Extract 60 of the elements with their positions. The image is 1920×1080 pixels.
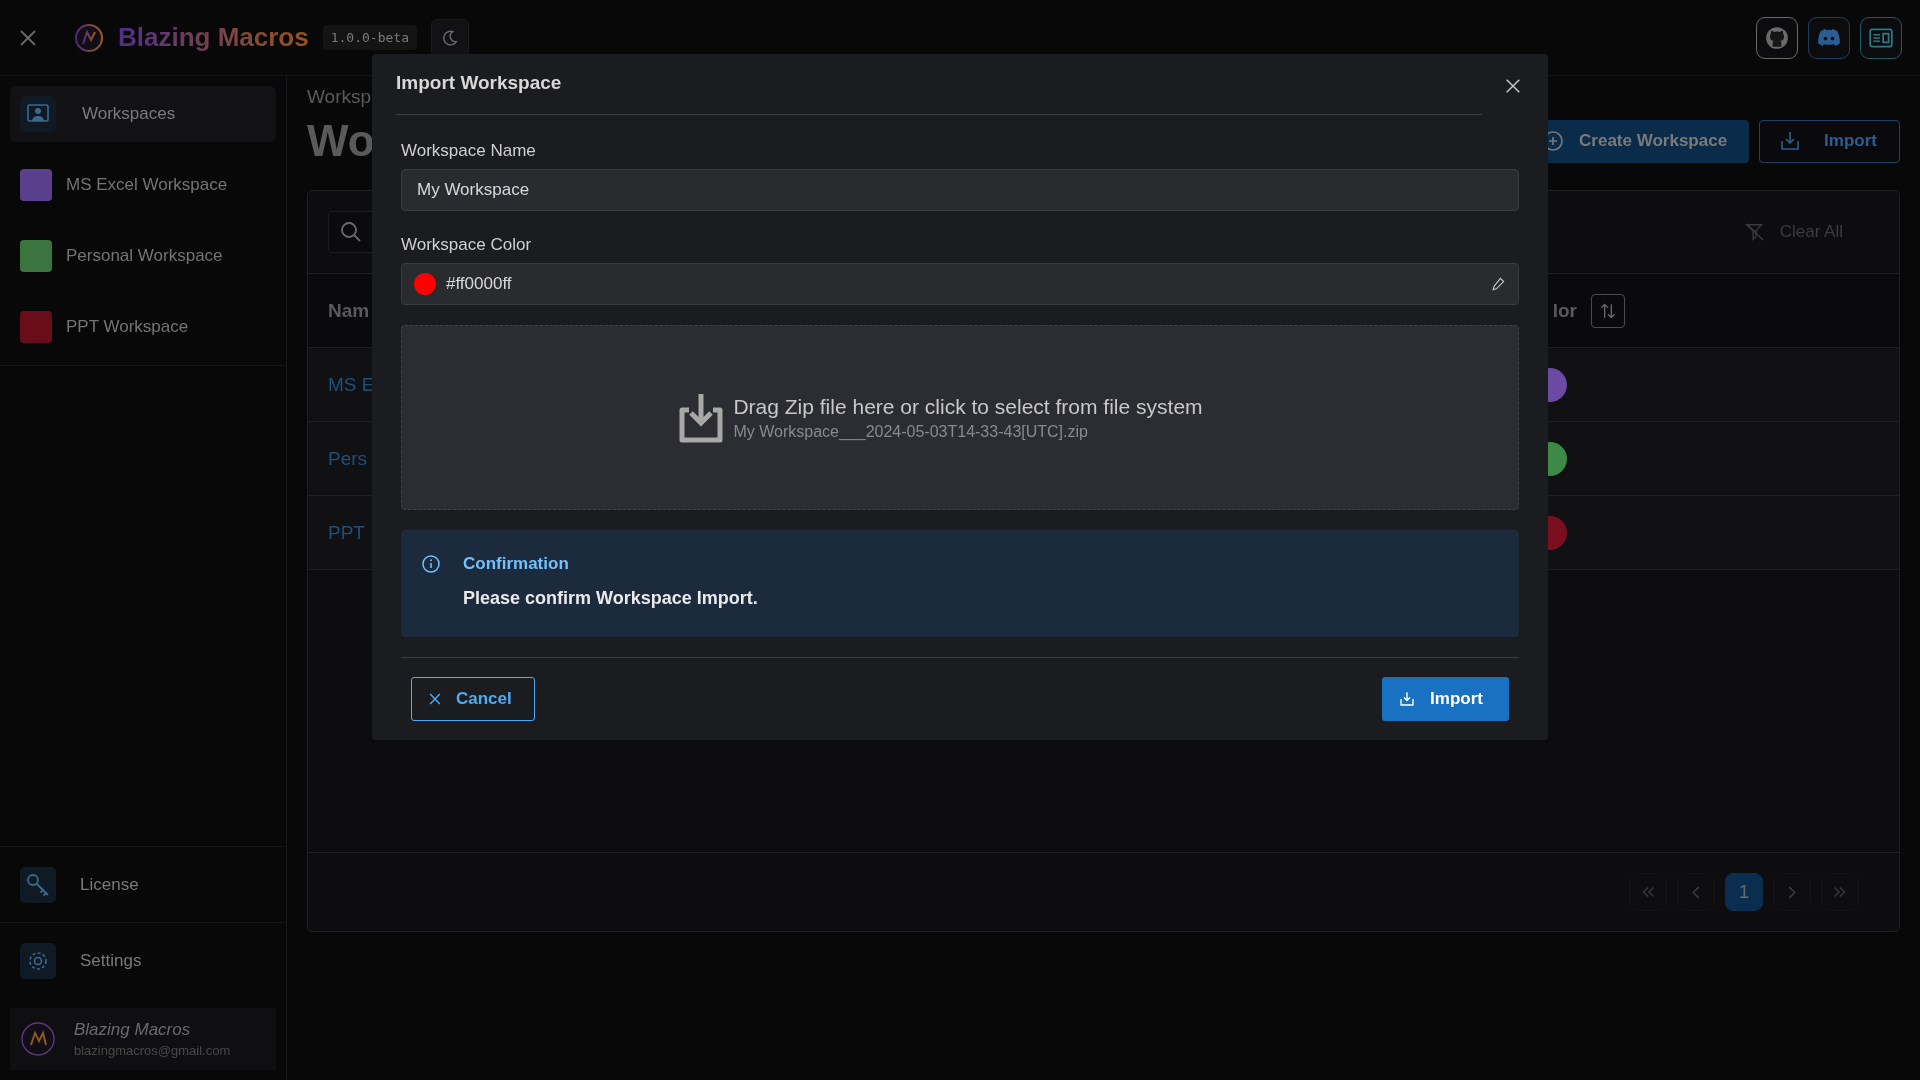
- search-icon: [339, 220, 363, 244]
- cat-icon: [1764, 24, 1790, 51]
- workspace-label: Personal Workspace: [66, 246, 223, 266]
- alert-title: Confirmation: [463, 554, 570, 574]
- file-name: My Workspace___2024-05-03T14-33-43[UTC].zip: [733, 422, 1089, 441]
- nav-label: Settings: [80, 950, 142, 971]
- workspace-label: MS Excel Workspace: [66, 175, 228, 195]
- chevron-left-icon: [1692, 885, 1700, 899]
- close-icon[interactable]: [18, 27, 38, 48]
- sidebar-item[interactable]: PPT Workspace: [10, 299, 276, 355]
- nav-label: License: [80, 874, 139, 895]
- discord-button[interactable]: [1808, 16, 1850, 59]
- dropzone-text: Drag Zip file here or click to select from file system: [733, 394, 1203, 419]
- user-email: blazingmacros@gmail.com: [74, 1043, 231, 1058]
- alert-message: Please confirm Workspace Import.: [463, 588, 758, 609]
- column-header: lor: [1552, 299, 1577, 322]
- sidebar-item[interactable]: MS Excel Workspace: [10, 157, 276, 213]
- dialog-title: Import Workspace: [396, 72, 1482, 115]
- page-button[interactable]: 1: [1725, 873, 1763, 911]
- chevron-right-icon: [1788, 885, 1796, 899]
- info-icon: [421, 554, 441, 574]
- layout-button[interactable]: [1860, 16, 1902, 59]
- presentation-icon: [20, 96, 56, 132]
- sidebar-item[interactable]: Workspaces: [10, 86, 276, 142]
- color-value: #ff0000ff: [446, 274, 513, 294]
- page-title: Wo: [307, 116, 375, 166]
- user-name: Blazing Macros: [74, 1020, 192, 1040]
- breadcrumb: Worksp: [307, 86, 372, 108]
- sidebar-item[interactable]: License: [0, 846, 286, 922]
- theme-toggle-button[interactable]: [431, 18, 469, 57]
- workspace-link[interactable]: Pers: [328, 447, 368, 470]
- sidebar-item[interactable]: Personal Workspace: [10, 228, 276, 284]
- close-icon: [428, 692, 442, 706]
- column-header: Nam: [328, 299, 370, 322]
- github-button[interactable]: [1756, 16, 1798, 59]
- version-badge: 1.0.0-beta: [322, 25, 417, 50]
- avatar-icon: [20, 1021, 56, 1057]
- eyedropper-icon: [1490, 276, 1506, 292]
- import-button[interactable]: Import: [1759, 119, 1900, 163]
- settings-icon: [20, 942, 56, 979]
- field-label: Workspace Color: [401, 235, 533, 255]
- cancel-button[interactable]: Cancel: [411, 677, 535, 721]
- name-input[interactable]: My Workspace: [401, 169, 1519, 211]
- filter-off-icon: [1743, 221, 1766, 243]
- workspace-label: PPT Workspace: [66, 317, 189, 337]
- nav-label: Workspaces: [82, 104, 176, 124]
- user-card[interactable]: Blazing Macros blazingmacros@gmail.com: [10, 1008, 276, 1070]
- download-icon: [1398, 690, 1417, 708]
- key-icon: [20, 866, 56, 903]
- dropzone[interactable]: Drag Zip file here or click to select from file system My Workspace___2024-05-03T14-33-43[UTC].zip: [401, 325, 1519, 510]
- sort-button[interactable]: [1591, 293, 1625, 328]
- close-icon: [1504, 76, 1522, 95]
- sidebar-item[interactable]: Settings: [0, 922, 286, 998]
- download-icon: [677, 391, 726, 444]
- logo-icon: [74, 22, 104, 53]
- workspace-link[interactable]: PPT: [328, 521, 365, 544]
- moon-icon: [441, 28, 459, 47]
- color-input[interactable]: #ff0000ff: [401, 263, 1519, 305]
- field-label: Workspace Name: [401, 141, 537, 161]
- import-button[interactable]: Import: [1382, 677, 1509, 721]
